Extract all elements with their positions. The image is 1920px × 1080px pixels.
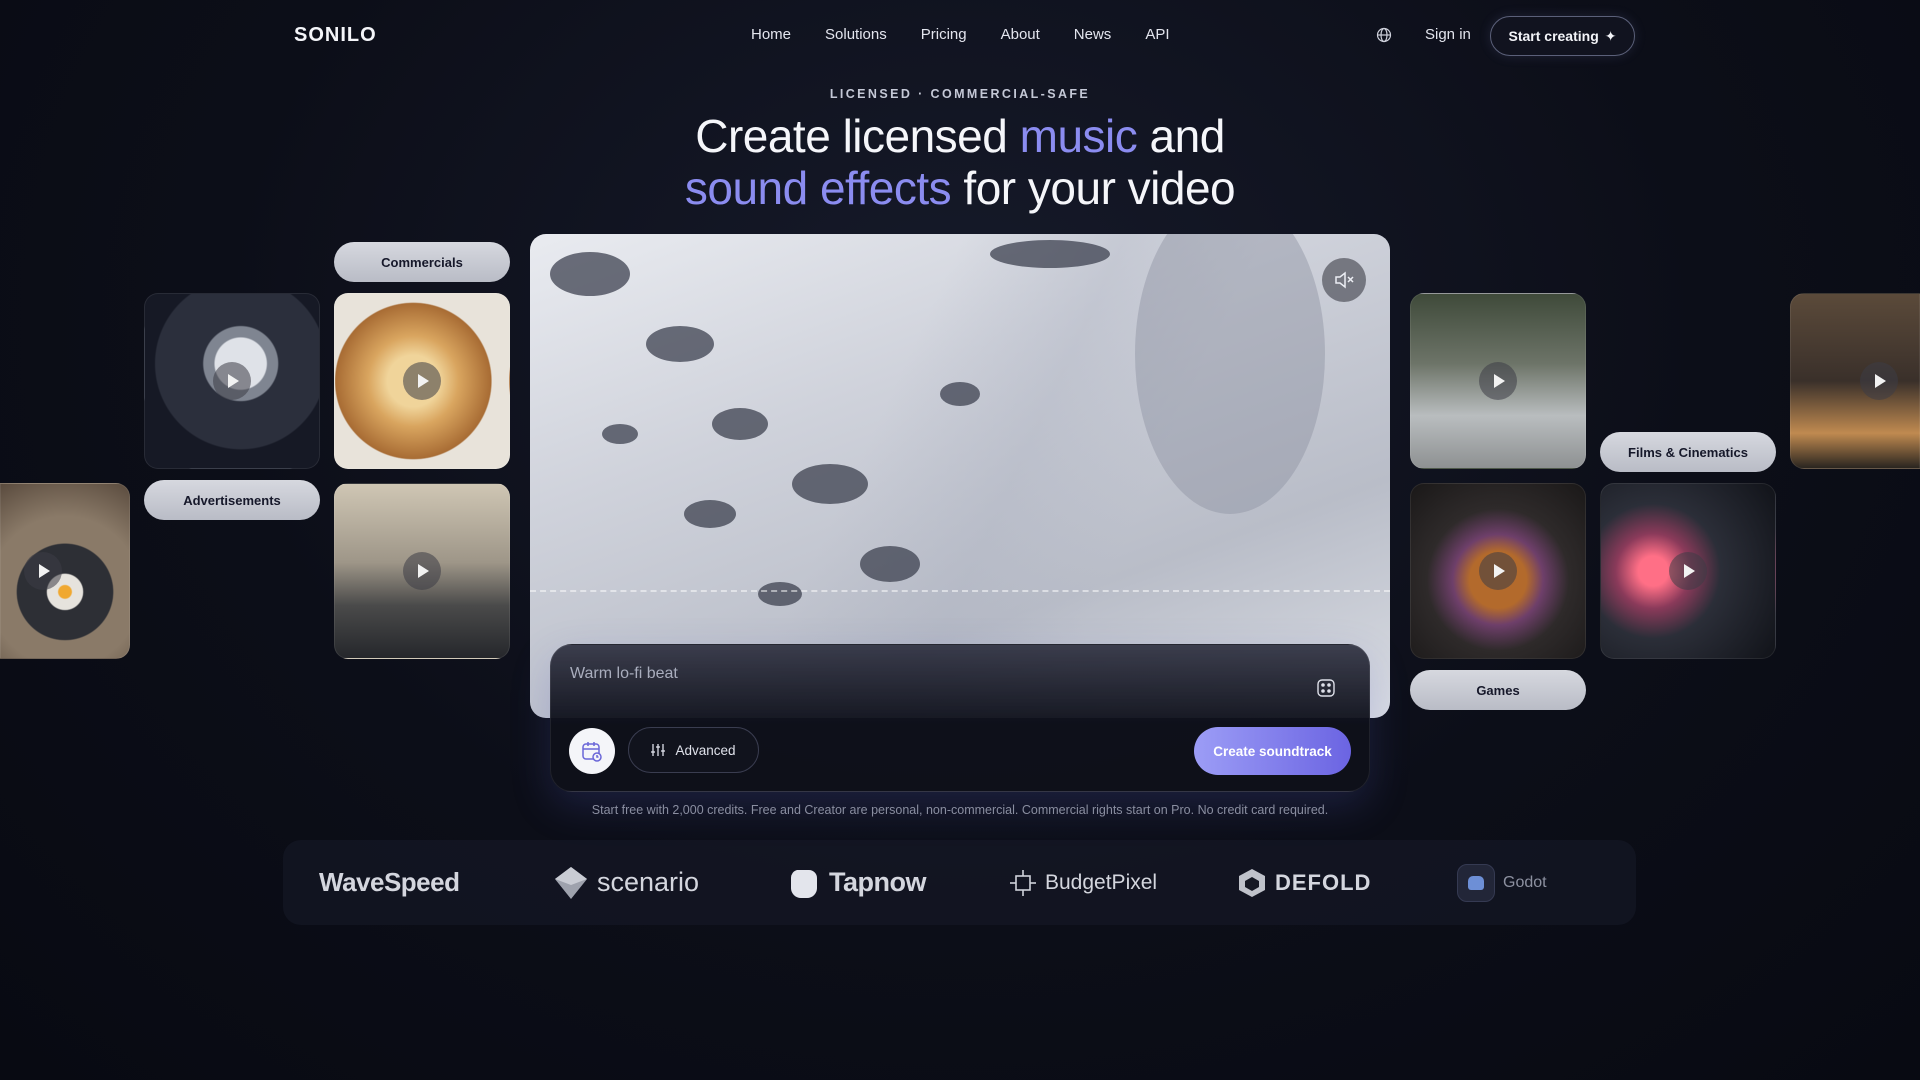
- headline-text: Create licensed: [695, 110, 1020, 162]
- sign-in-link[interactable]: Sign in: [1425, 26, 1471, 43]
- nav-pricing[interactable]: Pricing: [921, 26, 967, 43]
- start-creating-button[interactable]: Start creating ✦: [1490, 16, 1635, 56]
- defold-logo-icon: [1239, 868, 1265, 897]
- pricing-disclaimer: Start free with 2,000 credits. Free and …: [591, 803, 1329, 817]
- video-tile-headphones[interactable]: [144, 293, 320, 469]
- nav-home[interactable]: Home: [751, 26, 791, 43]
- partner-budgetpixel: BudgetPixel: [1009, 840, 1157, 925]
- tapnow-logo-icon: [790, 869, 817, 898]
- play-icon[interactable]: [403, 362, 441, 400]
- video-tile-sci-fi-engine[interactable]: [1600, 483, 1776, 659]
- nav-solutions[interactable]: Solutions: [825, 26, 887, 43]
- nav-api[interactable]: API: [1145, 26, 1169, 43]
- category-pill-games[interactable]: Games: [1410, 670, 1586, 710]
- play-icon[interactable]: [1669, 552, 1707, 590]
- partner-wavespeed: WaveSpeed: [319, 840, 460, 925]
- calendar-clock-icon: [582, 742, 602, 762]
- start-creating-label: Start creating: [1508, 28, 1599, 44]
- speaker-muted-icon: [1335, 271, 1354, 289]
- category-pill-films[interactable]: Films & Cinematics: [1600, 432, 1776, 472]
- play-icon[interactable]: [24, 552, 62, 590]
- headline-accent-sfx: sound effects: [684, 162, 952, 214]
- nav-about[interactable]: About: [1001, 26, 1040, 43]
- sliders-icon: [651, 744, 666, 756]
- video-tile-ice-glass[interactable]: [1410, 293, 1586, 469]
- scenario-logo-icon: [555, 866, 587, 899]
- hero-eyebrow: LICENSED · COMMERCIAL-SAFE: [829, 87, 1091, 101]
- hero-headline: Create licensed music and sound effects …: [0, 110, 1920, 214]
- play-icon[interactable]: [213, 362, 251, 400]
- prompt-card: Warm lo-fi beat Advanced Create soundtra…: [550, 644, 1370, 792]
- sparkle-icon: ✦: [1604, 27, 1617, 44]
- dice-randomize-icon[interactable]: [1316, 678, 1336, 698]
- partner-godot: Godot: [1457, 840, 1547, 925]
- video-tile-game-characters[interactable]: [1410, 483, 1586, 659]
- headline-accent-music: music: [1019, 110, 1138, 162]
- play-icon[interactable]: [403, 552, 441, 590]
- play-icon[interactable]: [1860, 362, 1898, 400]
- video-tile-muffin[interactable]: [334, 293, 510, 469]
- budgetpixel-logo-icon: [1010, 869, 1036, 896]
- main-nav: Home Solutions Pricing About News API: [751, 26, 1170, 43]
- advanced-label: Advanced: [675, 742, 736, 758]
- play-icon[interactable]: [1479, 552, 1517, 590]
- headline-text: and: [1137, 110, 1226, 162]
- partner-name: Tapnow: [829, 867, 926, 897]
- partner-name: BudgetPixel: [1045, 870, 1158, 894]
- globe-icon[interactable]: [1376, 27, 1392, 43]
- upload-video-button[interactable]: [569, 728, 615, 774]
- brand-logo[interactable]: SONILO: [294, 24, 377, 47]
- timeline-marker: [530, 590, 1390, 592]
- prompt-input[interactable]: Warm lo-fi beat: [570, 665, 678, 683]
- partner-defold: DEFOLD: [1237, 840, 1371, 925]
- create-soundtrack-button[interactable]: Create soundtrack: [1194, 727, 1351, 775]
- partner-name: WaveSpeed: [319, 867, 460, 897]
- play-icon[interactable]: [1479, 362, 1517, 400]
- advanced-settings-button[interactable]: Advanced: [628, 727, 759, 773]
- partner-logos-bar: WaveSpeed scenario Tapnow BudgetPixel DE…: [283, 840, 1636, 925]
- headline-text: for your video: [951, 162, 1236, 214]
- partner-name: DEFOLD: [1275, 869, 1372, 895]
- category-pill-advertisements[interactable]: Advertisements: [144, 480, 320, 520]
- godot-logo-icon: [1457, 863, 1495, 902]
- nav-news[interactable]: News: [1074, 26, 1112, 43]
- video-tile-egg[interactable]: [0, 483, 130, 659]
- category-pill-commercials[interactable]: Commercials: [334, 242, 510, 282]
- partner-scenario: scenario: [553, 840, 699, 925]
- video-tile-basketball[interactable]: [1790, 293, 1920, 469]
- partner-tapnow: Tapnow: [787, 840, 926, 925]
- partner-name: Godot: [1503, 873, 1547, 891]
- partner-name: scenario: [597, 867, 700, 897]
- video-tile-airport[interactable]: [334, 483, 510, 659]
- mute-button[interactable]: [1322, 258, 1366, 302]
